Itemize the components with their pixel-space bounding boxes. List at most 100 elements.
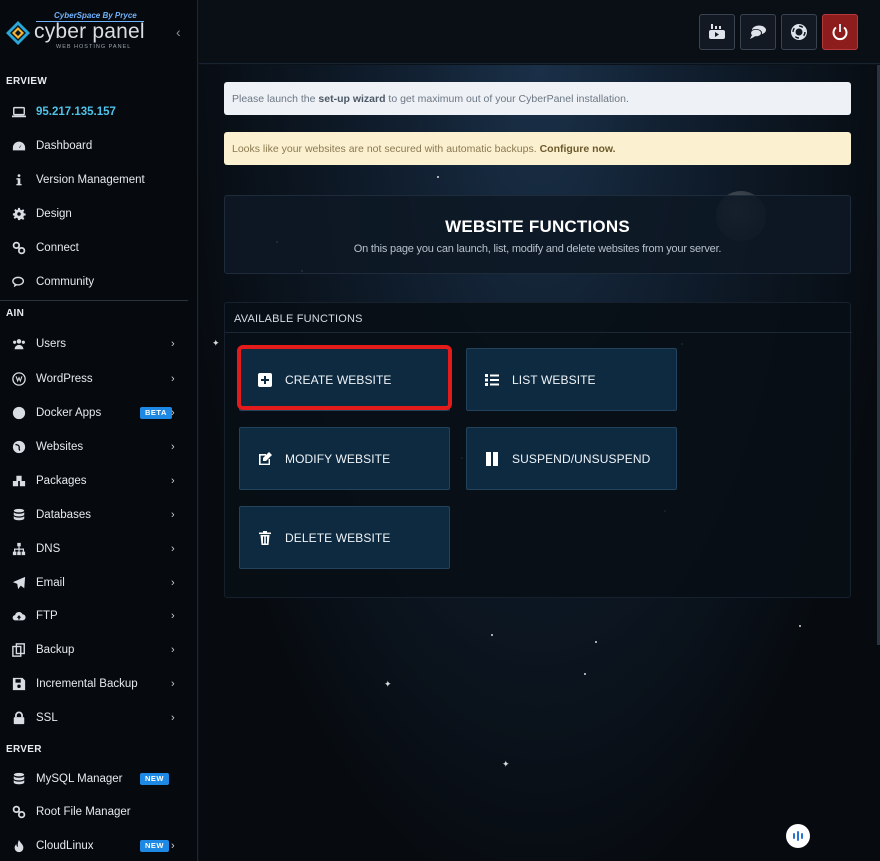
sidebar-item-ftp[interactable]: FTP ›	[0, 602, 192, 630]
sidebar-item-label: WordPress	[36, 373, 93, 385]
functions-title: AVAILABLE FUNCTIONS	[234, 313, 363, 325]
trash-icon	[256, 529, 274, 547]
sidebar-item-wordpress[interactable]: WordPress ›	[0, 365, 192, 393]
sidebar-item-users[interactable]: Users ›	[0, 330, 192, 358]
section-title-server: ERVER	[6, 744, 42, 755]
sidebar-item-incremental-backup[interactable]: Incremental Backup ›	[0, 670, 192, 698]
sidebar-item-label: SSL	[36, 712, 58, 724]
alert-text: to get maximum out of your CyberPanel in…	[385, 92, 629, 105]
sidebar-item-websites[interactable]: Websites ›	[0, 433, 192, 461]
chevron-right-icon: ›	[171, 441, 175, 453]
packages-icon	[11, 473, 27, 489]
new-badge: NEW	[140, 840, 169, 852]
chevron-right-icon: ›	[171, 509, 175, 521]
sidebar-item-ip[interactable]: 95.217.135.157	[0, 98, 192, 126]
create-website-button[interactable]: CREATE WEBSITE	[239, 348, 450, 411]
cloud-upload-icon	[11, 608, 27, 624]
setup-wizard-link[interactable]: set-up wizard	[318, 93, 385, 105]
support-button[interactable]	[781, 14, 817, 50]
copy-icon	[11, 642, 27, 658]
edit-icon	[256, 450, 274, 468]
suspend-unsuspend-button[interactable]: SUSPEND/UNSUSPEND	[466, 427, 677, 490]
chevron-right-icon: ›	[171, 712, 175, 724]
page-subtitle: On this page you can launch, list, modif…	[353, 243, 722, 255]
database-icon	[11, 507, 27, 523]
laptop-icon	[11, 104, 27, 120]
sidebar-item-packages[interactable]: Packages ›	[0, 467, 192, 495]
sidebar-item-docker-apps[interactable]: Docker Apps BETA ›	[0, 399, 192, 427]
setup-wizard-alert: Please launch the set-up wizard to get m…	[224, 82, 851, 115]
star-decoration	[584, 673, 586, 675]
power-icon	[832, 24, 848, 41]
sidebar-item-email[interactable]: Email ›	[0, 569, 192, 597]
delete-website-button[interactable]: DELETE WEBSITE	[239, 506, 450, 569]
section-title-overview: ERVIEW	[6, 76, 48, 87]
brand[interactable]: CyberSpace By Pryce cyber panel WEB HOST…	[0, 0, 198, 64]
star-decoration	[595, 641, 597, 643]
sidebar-item-ssl[interactable]: SSL ›	[0, 704, 192, 732]
gear-icon	[11, 206, 27, 222]
lock-icon	[11, 710, 27, 726]
lifebuoy-icon	[791, 24, 807, 40]
chevron-right-icon: ›	[171, 475, 175, 487]
sidebar-item-databases[interactable]: Databases ›	[0, 501, 192, 529]
info-icon	[11, 172, 27, 188]
sidebar-item-community[interactable]: Community	[0, 268, 192, 296]
button-label: CREATE WEBSITE	[285, 372, 392, 387]
sidebar-item-label: CloudLinux	[36, 840, 94, 852]
star-decoration	[437, 176, 439, 178]
chevron-right-icon: ›	[171, 644, 175, 656]
sidebar-item-design[interactable]: Design	[0, 200, 192, 228]
sidebar-item-label: Dashboard	[36, 140, 93, 152]
list-website-button[interactable]: LIST WEBSITE	[466, 348, 677, 411]
sidebar-item-backup[interactable]: Backup ›	[0, 636, 192, 664]
sidebar-item-label: Connect	[36, 242, 79, 254]
paper-plane-icon	[11, 575, 27, 591]
list-icon	[483, 371, 501, 389]
sidebar-item-dashboard[interactable]: Dashboard	[0, 132, 192, 160]
configure-now-link[interactable]: Configure now.	[540, 143, 616, 155]
cyberpanel-logo-icon	[6, 21, 30, 45]
users-icon	[11, 336, 27, 352]
youtube-button[interactable]	[699, 14, 735, 50]
chevron-right-icon: ›	[171, 543, 175, 555]
sidebar: CyberSpace By Pryce cyber panel WEB HOST…	[0, 0, 198, 861]
chevron-right-icon: ›	[171, 407, 175, 419]
button-label: DELETE WEBSITE	[285, 530, 391, 545]
chevron-right-icon: ›	[171, 577, 175, 589]
chat-button[interactable]	[740, 14, 776, 50]
sidebar-collapse-icon[interactable]: ‹	[176, 24, 181, 40]
sidebar-item-version-management[interactable]: Version Management	[0, 166, 192, 194]
page-header-panel: WEBSITE FUNCTIONS On this page you can l…	[224, 195, 851, 274]
plus-square-icon	[256, 371, 274, 389]
sidebar-item-cloudlinux[interactable]: CloudLinux NEW ›	[0, 832, 192, 860]
sidebar-item-label: MySQL Manager	[36, 773, 123, 785]
sidebar-item-label: Users	[36, 338, 67, 350]
database-icon	[11, 771, 27, 787]
sidebar-item-label: Version Management	[36, 174, 145, 186]
save-icon	[11, 676, 27, 692]
chat-icon	[750, 25, 766, 39]
functions-divider	[225, 332, 852, 333]
chat-widget-icon	[793, 831, 803, 841]
sidebar-item-dns[interactable]: DNS ›	[0, 535, 192, 563]
brand-subtitle: WEB HOSTING PANEL	[56, 44, 132, 50]
sidebar-item-root-file-manager[interactable]: Root File Manager	[0, 798, 192, 826]
globe-icon	[11, 439, 27, 455]
chat-widget-button[interactable]	[786, 824, 810, 848]
wordpress-icon	[11, 371, 27, 387]
sidebar-item-label: Backup	[36, 644, 75, 656]
sidebar-item-label: Websites	[36, 441, 84, 453]
modify-website-button[interactable]: MODIFY WEBSITE	[239, 427, 450, 490]
sidebar-item-label: Databases	[36, 509, 91, 521]
sidebar-item-label: Design	[36, 208, 72, 220]
sidebar-item-mysql-manager[interactable]: MySQL Manager NEW	[0, 765, 192, 793]
sidebar-item-label: Community	[36, 276, 95, 288]
sidebar-item-label: Email	[36, 577, 65, 589]
fire-icon	[11, 838, 27, 854]
sidebar-item-label: 95.217.135.157	[36, 106, 116, 118]
star-decoration	[384, 679, 392, 690]
logout-button[interactable]	[822, 14, 858, 50]
sidebar-item-connect[interactable]: Connect	[0, 234, 192, 262]
sidebar-item-label: DNS	[36, 543, 61, 555]
